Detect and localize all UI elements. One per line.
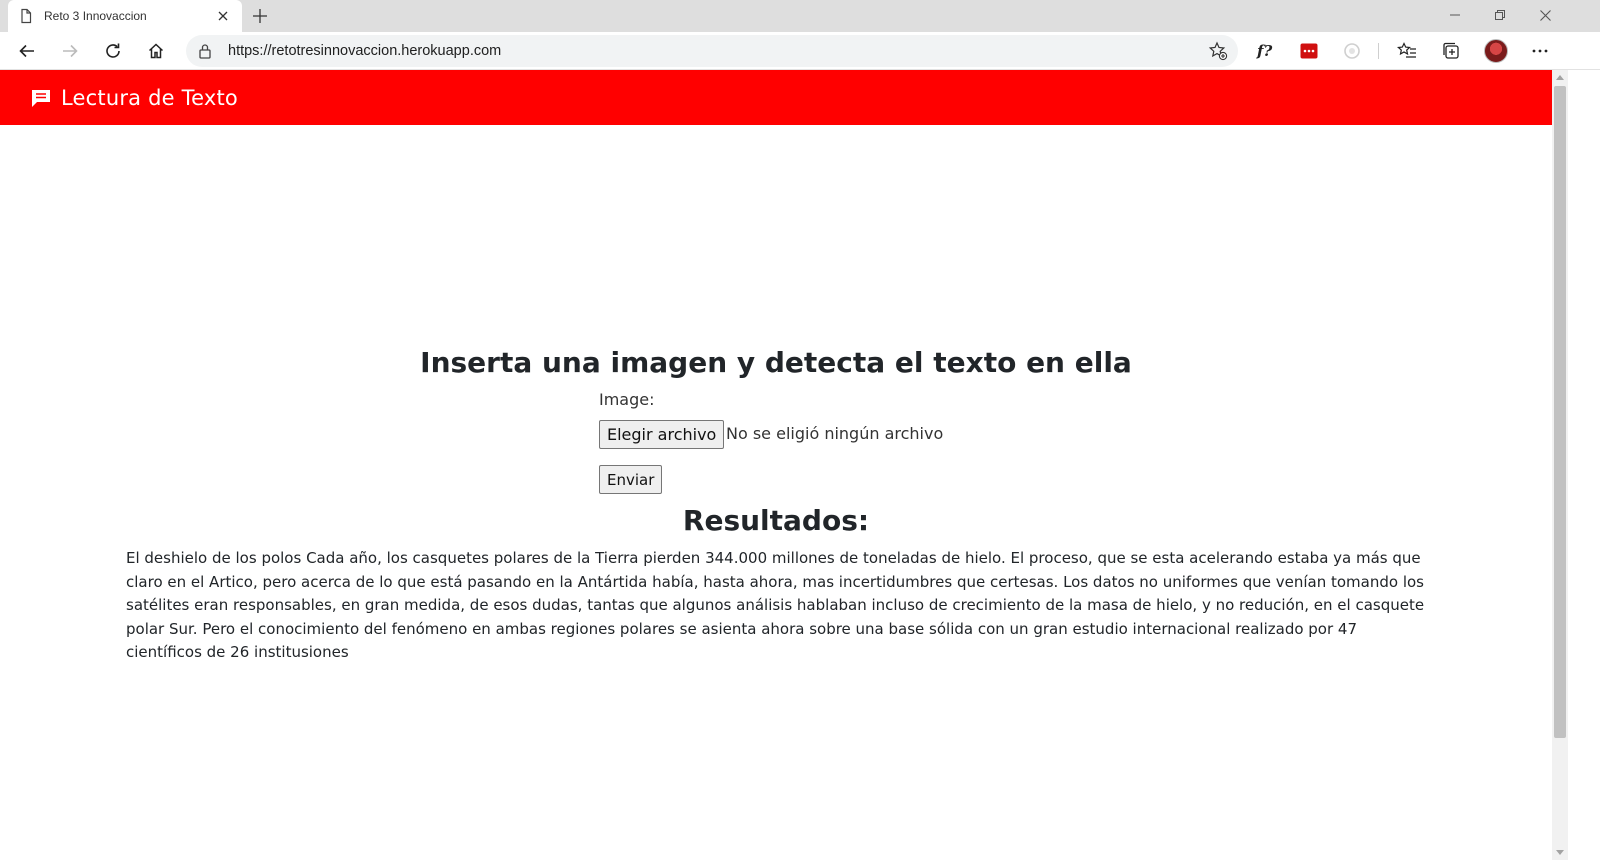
profile-avatar[interactable] [1484,39,1508,63]
more-icon[interactable] [1528,39,1552,63]
page-scrollbar[interactable] [1552,70,1568,860]
forward-icon[interactable] [58,39,82,63]
tab-strip: Reto 3 Innovaccion [0,0,1600,32]
url-text[interactable]: https://retotresinnovaccion.herokuapp.co… [228,43,501,59]
browser-toolbar: https://retotresinnovaccion.herokuapp.co… [0,32,1600,70]
collections-icon[interactable] [1439,39,1463,63]
home-icon[interactable] [144,39,168,63]
file-status-text: No se eligió ningún archivo [726,424,944,443]
favorites-icon[interactable] [1395,39,1419,63]
close-tab-icon[interactable] [214,7,232,25]
minimize-icon[interactable] [1445,6,1465,24]
results-heading: Resultados: [682,504,870,537]
navbar: Lectura de Texto [0,70,1552,125]
new-tab-icon[interactable] [250,6,270,26]
toolbar-separator [1378,43,1379,59]
page-title: Inserta una imagen y detecta el texto en… [420,346,1132,379]
image-label: Image: [599,390,655,409]
add-favorite-icon[interactable] [1208,41,1228,61]
scroll-up-arrow-icon[interactable] [1552,70,1568,84]
page-icon [18,8,34,24]
scroll-down-arrow-icon[interactable] [1552,846,1568,860]
back-icon[interactable] [15,39,39,63]
page-viewport: Lectura de Texto Inserta una imagen y de… [0,70,1552,860]
tab-title: Reto 3 Innovaccion [44,9,147,23]
results-text: El deshielo de los polos Cada año, los c… [126,549,1425,661]
restore-icon[interactable] [1490,6,1510,24]
svg-text:f?: f? [1256,42,1272,60]
brand-title[interactable]: Lectura de Texto [61,86,238,110]
circle-extension-icon[interactable] [1340,39,1364,63]
font-extension-icon[interactable]: f? [1254,39,1278,63]
address-bar[interactable]: https://retotresinnovaccion.herokuapp.co… [186,35,1238,67]
chat-icon [30,87,52,109]
choose-file-button[interactable]: Elegir archivo [599,420,725,449]
browser-tab[interactable]: Reto 3 Innovaccion [8,0,242,32]
close-window-icon[interactable] [1535,6,1555,24]
scroll-thumb[interactable] [1554,86,1566,738]
submit-button[interactable]: Enviar [599,465,663,494]
lock-icon[interactable] [198,43,214,59]
red-extension-icon[interactable] [1297,39,1321,63]
refresh-icon[interactable] [101,39,125,63]
window-gutter [1568,70,1600,860]
